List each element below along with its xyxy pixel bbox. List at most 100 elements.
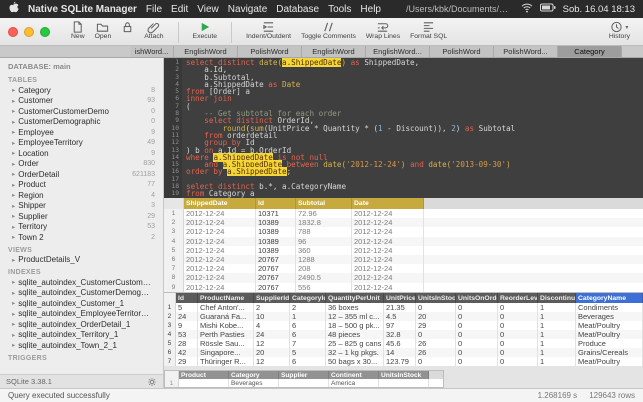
- sidebar-item-orderdetail[interactable]: ▸ OrderDetail 621183: [0, 169, 163, 180]
- menu-database[interactable]: Database: [276, 4, 319, 15]
- sidebar-item-order[interactable]: ▸ Order 830: [0, 159, 163, 170]
- table-row[interactable]: 9 2012-12-24 20767 556 2012-12-24: [164, 282, 643, 292]
- tab-ishword[interactable]: ishWord...: [130, 46, 174, 57]
- sidebar-item-category[interactable]: ▸ Category 8: [0, 85, 163, 96]
- sidebar-item-location[interactable]: ▸ Location 9: [0, 148, 163, 159]
- table-row[interactable]: 3 2012-12-24 10389 788 2012-12-24: [164, 227, 643, 237]
- minimize-window-button[interactable]: [24, 27, 34, 37]
- column-header-categoryname[interactable]: CategoryName: [576, 293, 643, 303]
- sidebar-item-sqlite-autoindex-territory-1[interactable]: ▸ sqlite_autoindex_Territory_1: [0, 330, 163, 341]
- close-window-button[interactable]: [8, 27, 18, 37]
- column-header-categoryid[interactable]: CategoryId: [290, 293, 326, 303]
- column-header-subtotal[interactable]: Subtotal: [296, 198, 352, 209]
- column-header-category[interactable]: Category: [229, 371, 279, 379]
- attach-button[interactable]: Attach: [139, 20, 168, 40]
- lock-button[interactable]: [116, 20, 139, 33]
- sidebar-item-territory[interactable]: ▸ Territory 53: [0, 222, 163, 233]
- sidebar-item-customerdemographic[interactable]: ▸ CustomerDemographic 0: [0, 117, 163, 128]
- table-row[interactable]: 2 2012-12-24 10389 1832.8 2012-12-24: [164, 218, 643, 228]
- sidebar-item-sqlite-autoindex-customercustomerdemo-1[interactable]: ▸sqlite_autoindex_CustomerCustomerDemo_1: [0, 277, 163, 288]
- column-header-supplier[interactable]: Supplier: [279, 371, 329, 379]
- sidebar-item-sqlite-autoindex-town-2-1[interactable]: ▸ sqlite_autoindex_Town_2_1: [0, 340, 163, 351]
- cell-date: 2012-12-24: [352, 209, 424, 219]
- sidebar-item-sqlite-autoindex-orderdetail-1[interactable]: ▸ sqlite_autoindex_OrderDetail_1: [0, 319, 163, 330]
- sidebar-item-sqlite-autoindex-customer-1[interactable]: ▸ sqlite_autoindex_Customer_1: [0, 298, 163, 309]
- table-row[interactable]: 4 2012-12-24 10389 96 2012-12-24: [164, 236, 643, 246]
- sidebar-item-sqlite-autoindex-employeeterritory-1[interactable]: ▸ sqlite_autoindex_EmployeeTerritory_1: [0, 309, 163, 320]
- sidebar-item-town-2[interactable]: ▸ Town 2 2: [0, 232, 163, 243]
- sql-editor[interactable]: 1 select distinct date(a.ShippedDate) as …: [164, 58, 643, 198]
- tab-englishword[interactable]: EnglishWord: [302, 46, 366, 57]
- table-row[interactable]: 5 2012-12-24 10389 360 2012-12-24: [164, 245, 643, 255]
- zoom-window-button[interactable]: [40, 27, 50, 37]
- open-button[interactable]: Open: [90, 20, 117, 40]
- menu-help[interactable]: Help: [360, 4, 381, 15]
- sidebar-item-shipper[interactable]: ▸ Shipper 3: [0, 201, 163, 212]
- apple-menu-icon[interactable]: [8, 1, 19, 17]
- menu-file[interactable]: File: [146, 4, 162, 15]
- battery-icon[interactable]: [539, 3, 556, 15]
- column-header-id[interactable]: Id: [256, 198, 296, 209]
- toggle-comments-button[interactable]: Toggle Comments: [296, 20, 361, 40]
- column-header-date[interactable]: Date: [352, 198, 424, 209]
- column-header-supplierid[interactable]: SupplierId: [254, 293, 290, 303]
- format-sql-button[interactable]: Format SQL: [405, 20, 452, 40]
- table-row[interactable]: 4 53 Perth Pasties 24 6 48 pieces 32.8 0 0 0 1 Meat…: [164, 330, 643, 339]
- table-row[interactable]: 1 Beverages America: [165, 379, 443, 387]
- column-header-unitprice[interactable]: UnitPrice: [384, 293, 416, 303]
- column-header-product[interactable]: Product: [179, 371, 229, 379]
- row-number: 3: [164, 227, 184, 237]
- table-row[interactable]: 8 2012-12-24 20767 2490.5 2012-12-24: [164, 273, 643, 283]
- column-header-productname[interactable]: ProductName: [198, 293, 254, 303]
- wrap-lines-button[interactable]: Wrap Lines: [361, 20, 405, 40]
- table-row[interactable]: 7 2012-12-24 20767 208 2012-12-24: [164, 264, 643, 274]
- column-header-reorderlevel[interactable]: ReorderLevel: [498, 293, 538, 303]
- column-header-unitsonorder[interactable]: UnitsOnOrder: [456, 293, 498, 303]
- table-row[interactable]: 1 5 Chef Anton'... 2 2 36 boxes 21.35 0 0 0 1 Condi…: [164, 303, 643, 312]
- execute-button[interactable]: Execute: [188, 20, 223, 40]
- sidebar-item-productdetails-v[interactable]: ▸ ProductDetails_V: [0, 255, 163, 266]
- table-row[interactable]: 5 28 Rössle Sau... 12 7 25 – 825 g cans 45.6 26…: [164, 339, 643, 348]
- new-button[interactable]: New: [66, 20, 90, 40]
- column-header-quantityperunit[interactable]: QuantityPerUnit: [326, 293, 384, 303]
- column-header-discontinued[interactable]: Discontinued: [538, 293, 576, 303]
- table-row[interactable]: 2 24 Guaraná Fa... 10 1 12 – 355 ml c... 4.5 20…: [164, 312, 643, 321]
- tab-category[interactable]: Category: [558, 46, 622, 57]
- tab-polishword[interactable]: PolishWord: [430, 46, 494, 57]
- menu-navigate[interactable]: Navigate: [228, 4, 267, 15]
- tab-englishword[interactable]: EnglishWord: [174, 46, 238, 57]
- gear-icon[interactable]: [147, 377, 157, 387]
- sidebar-item-customercustomerdemo[interactable]: ▸ CustomerCustomerDemo 0: [0, 106, 163, 117]
- cell-date: 2012-12-24: [352, 282, 424, 292]
- column-header-id[interactable]: Id: [176, 293, 198, 303]
- table-row[interactable]: 7 29 Thüringer R... 12 6 50 bags x 30... 123.7…: [164, 357, 643, 366]
- sidebar-item-customer[interactable]: ▸ Customer 93: [0, 96, 163, 107]
- column-header-continent[interactable]: Continent: [329, 371, 379, 379]
- menubar-clock[interactable]: Sob. 16.04 18:13: [563, 4, 635, 15]
- cell-unitsonorder: 0: [456, 330, 498, 339]
- row-number: 3: [164, 321, 176, 330]
- menu-view[interactable]: View: [197, 4, 219, 15]
- tab-englishword[interactable]: EnglishWord...: [366, 46, 430, 57]
- menu-tools[interactable]: Tools: [328, 4, 351, 15]
- sidebar-item-employee[interactable]: ▸ Employee 9: [0, 127, 163, 138]
- wifi-icon[interactable]: [521, 3, 533, 16]
- sidebar-item-product[interactable]: ▸ Product 77: [0, 180, 163, 191]
- tab-polishword[interactable]: PolishWord: [238, 46, 302, 57]
- table-row[interactable]: 6 2012-12-24 20767 1288 2012-12-24: [164, 254, 643, 265]
- table-row[interactable]: 3 9 Mishi Kobe... 4 6 18 – 500 g pk... 97 29 0 0 1…: [164, 321, 643, 330]
- indent-outdent-button[interactable]: Indent/Outdent: [241, 20, 296, 40]
- sidebar-item-region[interactable]: ▸ Region 4: [0, 190, 163, 201]
- tab-polishword[interactable]: PolishWord...: [494, 46, 558, 57]
- history-button[interactable]: ▾ History: [604, 20, 635, 40]
- sidebar-item-supplier[interactable]: ▸ Supplier 29: [0, 211, 163, 222]
- app-menu-title[interactable]: Native SQLite Manager: [28, 4, 137, 15]
- column-header-unitsinstock[interactable]: UnitsInStock: [379, 371, 429, 379]
- sidebar-item-employeeterritory[interactable]: ▸ EmployeeTerritory 49: [0, 138, 163, 149]
- menu-edit[interactable]: Edit: [171, 4, 188, 15]
- table-row[interactable]: 6 42 Singapore... 20 5 32 – 1 kg pkgs. 14 26 0 0 1…: [164, 348, 643, 357]
- sidebar-item-sqlite-autoindex-customerdemographic-1[interactable]: ▸sqlite_autoindex_CustomerDemographic_1: [0, 288, 163, 299]
- column-header-shippeddate[interactable]: ShippedDate: [184, 198, 256, 209]
- column-header-unitsinstock[interactable]: UnitsInStock: [416, 293, 456, 303]
- table-row[interactable]: 1 2012-12-24 10371 72.96 2012-12-24: [164, 209, 643, 219]
